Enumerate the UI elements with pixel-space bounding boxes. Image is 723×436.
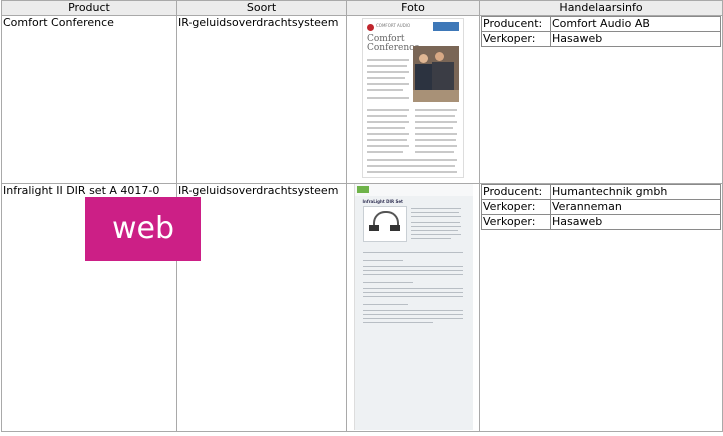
handelaarsinfo-cell: Producent: Comfort Audio AB Verkoper: Hasa… — [479, 15, 723, 184]
dealer-row: Producent: Comfort Audio AB — [481, 16, 721, 32]
web-badge: web — [85, 197, 201, 261]
photo-people-image — [413, 46, 459, 102]
dealer-row: Verkoper: Veranneman — [481, 199, 721, 215]
dealer-label: Producent: — [481, 16, 551, 32]
column-header-foto[interactable]: Foto — [346, 0, 480, 16]
dealer-label: Verkoper: — [481, 199, 551, 215]
soort-cell: IR-geluidsoverdrachtsysteem — [176, 183, 347, 432]
dealer-row: Producent: Humantechnik gmbh — [481, 184, 721, 200]
table-row: Comfort Conference IR-geluidsoverdrachts… — [1, 15, 723, 184]
product-photo[interactable]: InfraLight DIR Set — [353, 184, 473, 430]
brand-logo-icon — [356, 186, 369, 193]
photo-title: InfraLight DIR Set — [362, 199, 403, 204]
product-name[interactable]: Infralight II DIR set A 4017-0 — [3, 185, 175, 198]
dealer-value[interactable]: Humantechnik gmbh — [550, 184, 721, 200]
soort-cell: IR-geluidsoverdrachtsysteem — [176, 15, 347, 184]
dealer-value[interactable]: Comfort Audio AB — [550, 16, 721, 32]
column-header-product[interactable]: Product — [1, 0, 177, 16]
dealer-row: Verkoper: Hasaweb — [481, 214, 721, 230]
dealer-value[interactable]: Hasaweb — [550, 214, 721, 230]
dealer-value[interactable]: Veranneman — [550, 199, 721, 215]
column-header-handelaarsinfo[interactable]: Handelaarsinfo — [479, 0, 723, 16]
product-name[interactable]: Comfort Conference — [3, 17, 175, 30]
product-photo[interactable]: COMFORT AUDIO Comfort Conference — [362, 18, 464, 178]
dealer-label: Verkoper: — [481, 31, 551, 47]
dealer-value[interactable]: Hasaweb — [550, 31, 721, 47]
product-cell: Comfort Conference — [1, 15, 177, 184]
foto-cell: COMFORT AUDIO Comfort Conference — [346, 15, 480, 184]
handelaarsinfo-cell: Producent: Humantechnik gmbh Verkoper: Ver… — [479, 183, 723, 432]
product-type: IR-geluidsoverdrachtsysteem — [178, 184, 339, 198]
brand-logo-icon — [367, 24, 374, 31]
column-header-soort[interactable]: Soort — [176, 0, 347, 16]
foto-cell: InfraLight DIR Set — [346, 183, 480, 432]
photo-headset-image — [362, 206, 407, 242]
photo-brand: COMFORT AUDIO — [376, 23, 411, 28]
dealer-info-table: Producent: Humantechnik gmbh Verkoper: Ver… — [481, 184, 721, 230]
product-type: IR-geluidsoverdrachtsysteem — [178, 16, 339, 30]
photo-device-icon — [433, 22, 459, 31]
dealer-info-table: Producent: Comfort Audio AB Verkoper: Hasa… — [481, 16, 721, 47]
dealer-label: Producent: — [481, 184, 551, 200]
dealer-label: Verkoper: — [481, 214, 551, 230]
dealer-row: Verkoper: Hasaweb — [481, 31, 721, 47]
